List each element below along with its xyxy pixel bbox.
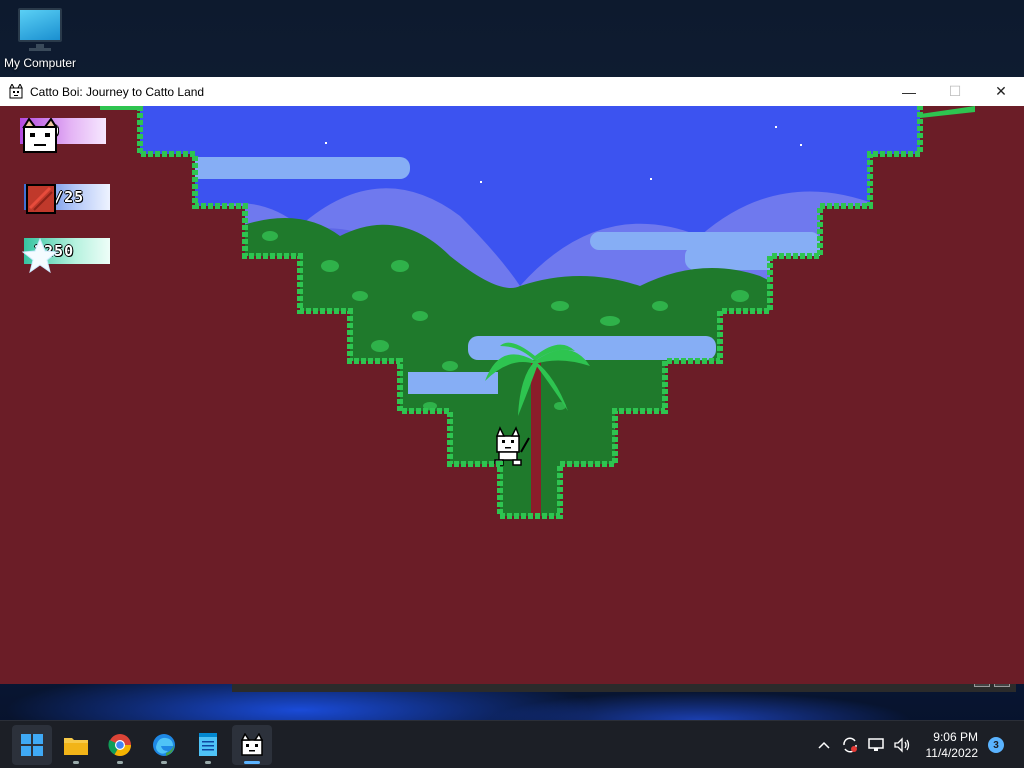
start-button[interactable] [12, 724, 52, 765]
taskbar-edge[interactable] [144, 725, 184, 765]
game-scene [0, 106, 1024, 684]
taskbar-chrome[interactable] [100, 725, 140, 765]
blocks-hud: 15/25 [22, 184, 110, 214]
clock-date: 11/4/2022 [925, 746, 979, 760]
computer-icon [18, 8, 62, 50]
network-icon[interactable] [864, 733, 888, 757]
window-controls: — ☐ ✕ [886, 77, 1024, 106]
running-indicator [117, 760, 123, 764]
system-tray: 9:06 PM 11/4/2022 3 [812, 721, 1024, 768]
running-indicator [161, 760, 167, 764]
palm-trunk [531, 361, 541, 521]
notepad-icon [199, 732, 217, 756]
game-canvas[interactable]: x 9 15/25 2250 [0, 106, 1024, 684]
lives-hud: x 9 [20, 118, 106, 153]
star-icon [22, 238, 58, 274]
running-indicator [73, 760, 79, 764]
window-title: Catto Boi: Journey to Catto Land [30, 84, 205, 99]
brick-block-icon [26, 184, 56, 214]
taskbar-file-explorer[interactable] [56, 725, 96, 765]
clock-time: 9:06 PM [933, 730, 978, 744]
close-button[interactable]: ✕ [978, 77, 1024, 106]
windows-logo-icon [21, 733, 43, 756]
running-indicator [205, 760, 211, 764]
taskbar: 9:06 PM 11/4/2022 3 [0, 720, 1024, 768]
score-hud: 2250 [22, 238, 110, 274]
chevron-up-icon[interactable] [812, 733, 836, 757]
taskbar-notepad[interactable] [188, 725, 228, 765]
active-indicator [244, 760, 260, 764]
clock[interactable]: 9:06 PM 11/4/2022 [926, 729, 979, 761]
volume-icon[interactable] [890, 733, 914, 757]
my-computer-desktop-icon[interactable]: My Computer [2, 8, 78, 74]
cat-face-icon [22, 118, 58, 153]
chrome-icon [108, 733, 131, 756]
desktop-icon-label: My Computer [3, 56, 77, 70]
taskbar-catto-boi[interactable] [232, 724, 272, 765]
folder-icon [64, 737, 88, 755]
cat-app-icon [8, 83, 24, 100]
title-bar[interactable]: Catto Boi: Journey to Catto Land — ☐ ✕ [0, 77, 1024, 106]
maximize-button[interactable]: ☐ [932, 77, 978, 106]
sync-icon[interactable] [838, 733, 862, 757]
minimize-button[interactable]: — [886, 77, 932, 106]
cat-game-icon [240, 732, 264, 756]
edge-icon [153, 733, 175, 756]
notification-badge[interactable]: 3 [988, 737, 1004, 753]
game-window[interactable]: Catto Boi: Journey to Catto Land — ☐ ✕ 1… [0, 77, 1024, 684]
